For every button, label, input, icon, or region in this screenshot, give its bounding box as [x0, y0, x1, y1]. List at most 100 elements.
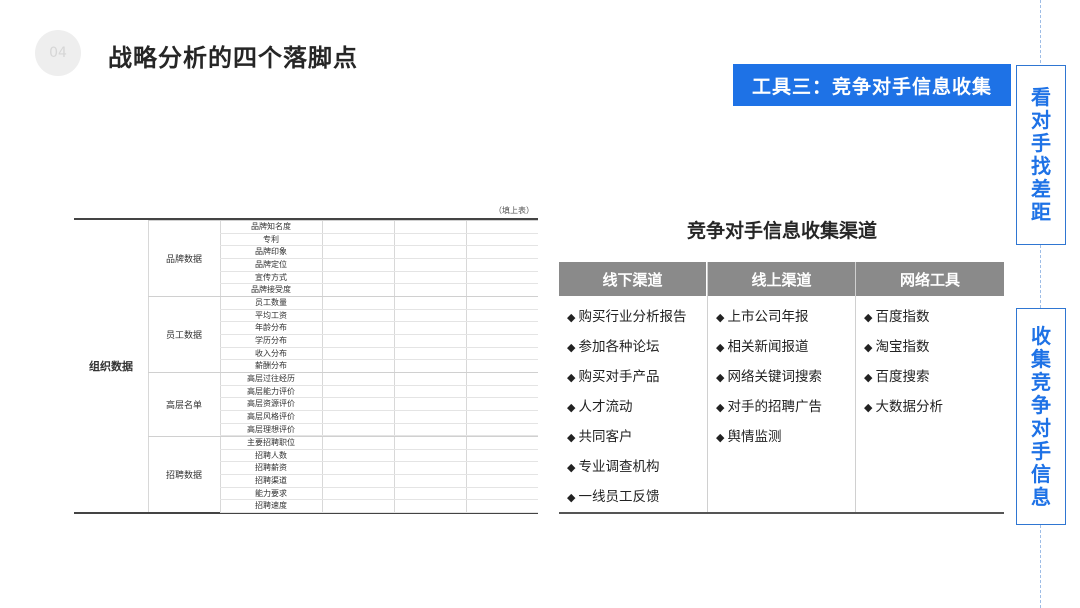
table-row: 招聘人数 [220, 450, 538, 463]
group-label: 品牌数据 [165, 255, 202, 265]
table-cell: 高层风格评价 [247, 412, 295, 422]
table-row: 能力要求 [220, 488, 538, 501]
table-row: 品牌印象 [220, 246, 538, 260]
side-char: 差 [1031, 177, 1051, 201]
table-cell: 招聘薪资 [255, 463, 287, 473]
channel-header: 线下渠道 [559, 262, 707, 296]
org-root-label: 组织数据 [89, 360, 133, 373]
table-group-executives: 高层名单 高层过往经历 高层能力评价 高层资源评价 高层风格评价 高层理想评价 [148, 372, 538, 437]
channel-column-offline: 线下渠道 购买行业分析报告 参加各种论坛 购买对手产品 人才流动 共同客户 专业… [559, 262, 707, 512]
channel-table: 线下渠道 购买行业分析报告 参加各种论坛 购买对手产品 人才流动 共同客户 专业… [559, 262, 1005, 514]
table-cell: 专利 [263, 234, 279, 244]
group-items: 品牌知名度 专利 品牌印象 品牌定位 宣传方式 品牌接受度 [220, 221, 538, 298]
table-cell: 收入分布 [255, 348, 287, 358]
channel-header: 网络工具 [856, 262, 1005, 296]
list-item: 百度搜索 [864, 362, 1005, 392]
table-cell: 员工数量 [255, 298, 287, 307]
channel-list: 百度指数 淘宝指数 百度搜索 大数据分析 [856, 296, 1005, 422]
channel-title: 竞争对手信息收集渠道 [686, 220, 877, 242]
tool-banner: 工具三：竞争对手信息收集 [733, 64, 1011, 106]
list-item: 上市公司年报 [716, 302, 856, 332]
side-char: 信 [1031, 461, 1051, 486]
list-item: 舆情监测 [716, 422, 856, 452]
table-row: 品牌知名度 [220, 221, 538, 234]
table-group-staff: 员工数据 员工数量 平均工资 年龄分布 学历分布 收入分布 薪酬分布 [148, 296, 538, 374]
table-row: 宣传方式 [220, 272, 538, 285]
table-note: （填上表） [494, 206, 534, 215]
table-cell: 薪酬分布 [255, 361, 287, 371]
side-char: 距 [1031, 200, 1051, 224]
table-cell: 招聘渠道 [255, 476, 287, 486]
group-label: 招聘数据 [165, 471, 202, 481]
side-char: 手 [1031, 131, 1051, 155]
group-items: 员工数量 平均工资 年龄分布 学历分布 收入分布 薪酬分布 [220, 297, 538, 374]
channel-list: 上市公司年报 相关新闻报道 网络关键词搜索 对手的招聘广告 舆情监测 [708, 296, 856, 452]
side-char: 息 [1031, 484, 1051, 509]
table-cell: 能力要求 [255, 488, 287, 498]
table-cell: 学历分布 [255, 336, 287, 346]
table-row: 高层过往经历 [220, 373, 538, 386]
table-cell: 品牌印象 [255, 247, 287, 257]
side-char: 集 [1031, 346, 1051, 371]
side-label-top: 看 对 手 找 差 距 [1016, 65, 1066, 245]
group-label: 高层名单 [165, 401, 202, 411]
table-row: 招聘薪资 [220, 462, 538, 476]
list-item: 淘宝指数 [864, 332, 1005, 362]
side-char: 看 [1031, 85, 1051, 109]
table-group-recruiting: 招聘数据 主要招聘职位 招聘人数 招聘薪资 招聘渠道 能力要求 招聘速度 [148, 436, 538, 514]
page-number-badge: 04 [35, 30, 81, 76]
table-cell: 高层能力评价 [247, 386, 295, 396]
side-char: 争 [1031, 392, 1051, 417]
table-cell: 宣传方式 [255, 272, 287, 282]
list-item: 对手的招聘广告 [716, 392, 856, 422]
table-cell: 平均工资 [255, 310, 287, 320]
table-row: 高层理想评价 [220, 424, 538, 437]
channel-column-online: 线上渠道 上市公司年报 相关新闻报道 网络关键词搜索 对手的招聘广告 舆情监测 [707, 262, 856, 512]
table-row: 高层资源评价 [220, 398, 538, 412]
page-number: 04 [49, 45, 67, 61]
table-row: 招聘速度 [220, 500, 538, 514]
table-row: 平均工资 [220, 310, 538, 323]
table-row: 高层风格评价 [220, 411, 538, 424]
group-label: 员工数据 [165, 331, 202, 341]
side-char: 对 [1031, 108, 1051, 132]
table-cell: 招聘速度 [255, 501, 287, 511]
channel-column-tools: 网络工具 百度指数 淘宝指数 百度搜索 大数据分析 [855, 262, 1005, 512]
table-cell: 品牌定位 [255, 260, 287, 270]
side-char: 收 [1031, 323, 1051, 348]
table-row: 收入分布 [220, 348, 538, 361]
list-item: 相关新闻报道 [716, 332, 856, 362]
table-row: 员工数量 [220, 297, 538, 310]
table-row: 专利 [220, 234, 538, 247]
table-cell: 主要招聘职位 [247, 438, 295, 447]
channel-list: 购买行业分析报告 参加各种论坛 购买对手产品 人才流动 共同客户 专业调查机构 … [559, 296, 707, 512]
table-cell: 品牌接受度 [251, 285, 291, 295]
table-cell: 高层理想评价 [247, 424, 295, 434]
list-item: 人才流动 [567, 392, 707, 422]
side-char: 对 [1031, 415, 1051, 440]
table-cell: 品牌知名度 [251, 222, 291, 231]
channel-header: 线上渠道 [708, 262, 856, 296]
list-item: 参加各种论坛 [567, 332, 707, 362]
list-item: 一线员工反馈 [567, 482, 707, 512]
list-item: 大数据分析 [864, 392, 1005, 422]
table-row: 高层能力评价 [220, 386, 538, 399]
list-item: 专业调查机构 [567, 452, 707, 482]
org-data-table: 组织数据 品牌数据 品牌知名度 专利 品牌印象 品牌定位 宣传方式 品牌接受度 … [74, 218, 538, 514]
side-char: 竞 [1031, 369, 1051, 394]
table-row: 品牌定位 [220, 259, 538, 272]
side-char: 找 [1031, 154, 1051, 178]
page-title: 战略分析的四个落脚点 [108, 44, 358, 72]
list-item: 百度指数 [864, 302, 1005, 332]
table-row: 招聘渠道 [220, 475, 538, 488]
list-item: 共同客户 [567, 422, 707, 452]
group-items: 主要招聘职位 招聘人数 招聘薪资 招聘渠道 能力要求 招聘速度 [220, 437, 538, 514]
list-item: 购买行业分析报告 [567, 302, 707, 332]
list-item: 购买对手产品 [567, 362, 707, 392]
side-label-bottom: 收 集 竞 争 对 手 信 息 [1016, 308, 1066, 525]
side-char: 手 [1031, 438, 1051, 463]
group-items: 高层过往经历 高层能力评价 高层资源评价 高层风格评价 高层理想评价 [220, 373, 538, 437]
table-cell: 高层过往经历 [247, 374, 295, 383]
table-cell: 招聘人数 [255, 450, 287, 460]
table-row: 主要招聘职位 [220, 437, 538, 450]
